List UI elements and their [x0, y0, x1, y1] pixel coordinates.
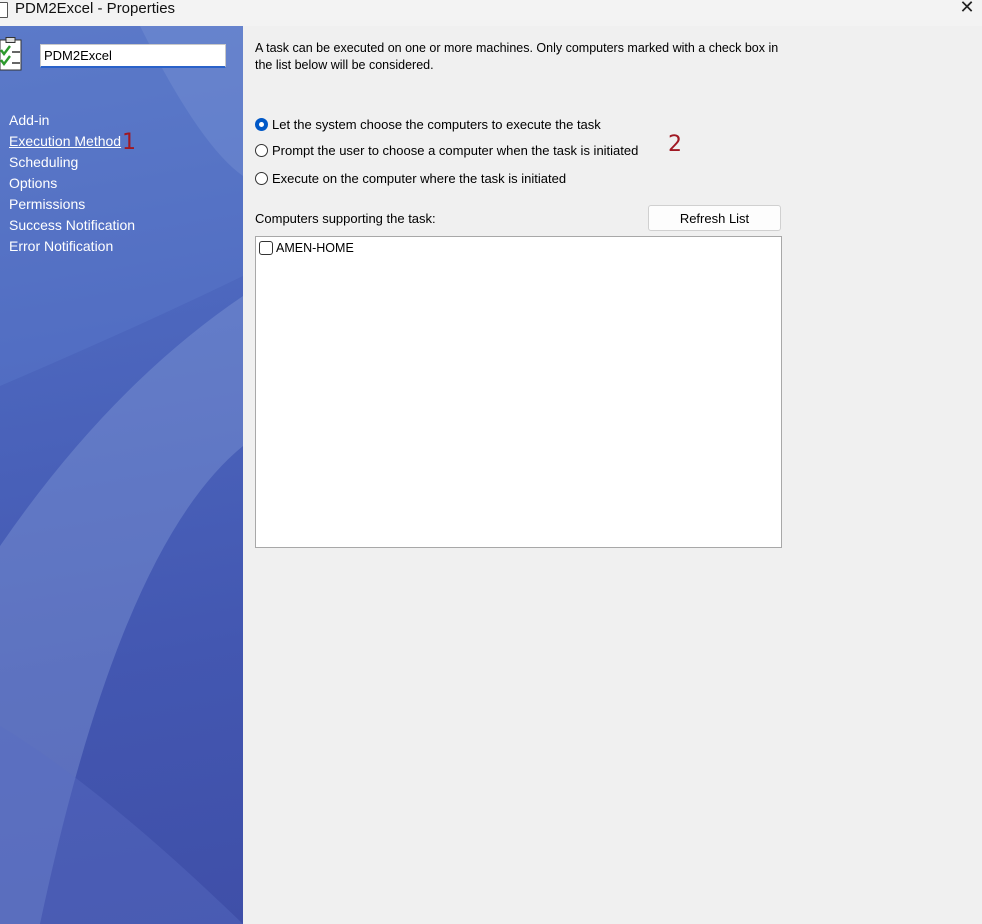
sidebar-item-options[interactable]: Options — [9, 173, 135, 194]
option-label: Prompt the user to choose a computer whe… — [272, 142, 639, 158]
title-bar: PDM2Excel - Properties ✕ — [0, 0, 982, 26]
sidebar-item-scheduling[interactable]: Scheduling — [9, 152, 135, 173]
computer-checkbox[interactable] — [259, 241, 273, 255]
radio-button-checked[interactable] — [255, 117, 268, 131]
annotation-2: 2 — [668, 132, 682, 157]
list-item[interactable]: AMEN-HOME — [259, 241, 354, 255]
close-icon: ✕ — [959, 0, 975, 17]
radio-button[interactable] — [255, 171, 268, 185]
close-button[interactable]: ✕ — [954, 0, 980, 16]
option-execute-local[interactable]: Execute on the computer where the task i… — [255, 168, 566, 188]
window-title: PDM2Excel - Properties — [15, 0, 176, 17]
sidebar-item-permissions[interactable]: Permissions — [9, 194, 135, 215]
sidebar-item-success-notification[interactable]: Success Notification — [9, 215, 135, 236]
option-system-choose[interactable]: Let the system choose the computers to e… — [255, 114, 601, 134]
app-icon — [0, 2, 8, 18]
option-label: Execute on the computer where the task i… — [272, 170, 567, 186]
sidebar-item-execution-method[interactable]: Execution Method — [9, 131, 135, 152]
option-prompt-user[interactable]: Prompt the user to choose a computer whe… — [255, 140, 638, 160]
execution-description: A task can be executed on one or more ma… — [255, 41, 779, 72]
refresh-list-button[interactable]: Refresh List — [648, 205, 781, 231]
sidebar-nav: Add-in Execution Method Scheduling Optio… — [9, 110, 135, 257]
radio-button[interactable] — [255, 143, 268, 157]
computer-name: AMEN-HOME — [276, 241, 354, 255]
sidebar-item-add-in[interactable]: Add-in — [9, 110, 135, 131]
sidebar-item-error-notification[interactable]: Error Notification — [9, 236, 135, 257]
computers-label: Computers supporting the task: — [255, 211, 436, 226]
option-label: Let the system choose the computers to e… — [272, 116, 601, 132]
sidebar: Add-in Execution Method Scheduling Optio… — [0, 26, 243, 924]
computers-list[interactable]: AMEN-HOME — [255, 236, 782, 548]
task-checklist-icon — [0, 37, 22, 71]
task-name-input[interactable] — [40, 44, 226, 68]
annotation-1: 1 — [122, 130, 136, 155]
